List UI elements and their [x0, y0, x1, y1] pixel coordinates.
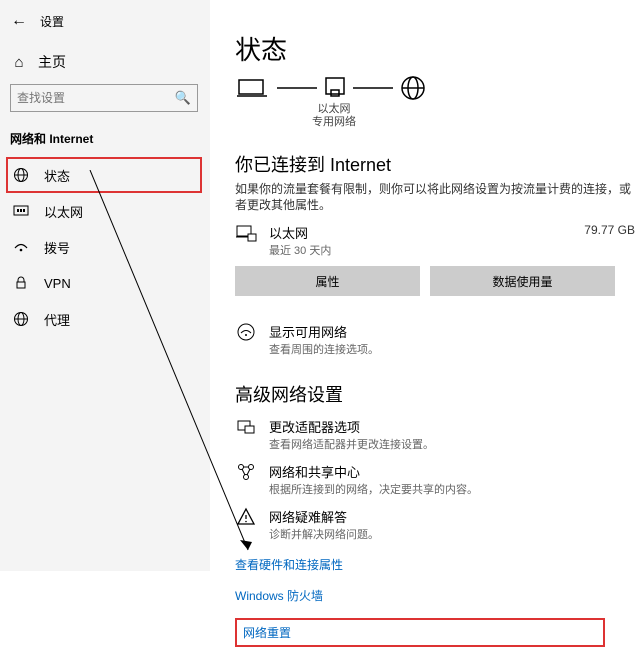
- page-title: 状态: [235, 30, 635, 67]
- ethernet-icon: [12, 203, 30, 219]
- nav-status-label: 状态: [44, 166, 70, 185]
- nav-status[interactable]: 状态: [6, 157, 202, 193]
- nav-vpn[interactable]: VPN: [10, 265, 200, 301]
- connected-title: 你已连接到 Internet: [235, 151, 635, 177]
- nav: 状态 以太网 拨号 VPN 代理: [10, 157, 200, 337]
- proxy-icon: [12, 311, 30, 327]
- data-usage-button[interactable]: 数据使用量: [430, 266, 615, 296]
- link-hardware[interactable]: 查看硬件和连接属性: [235, 556, 635, 573]
- nav-proxy[interactable]: 代理: [10, 301, 200, 337]
- link-firewall[interactable]: Windows 防火墙: [235, 587, 635, 604]
- globe-large-icon: [397, 73, 429, 103]
- ethernet-port-icon: [321, 74, 349, 102]
- nav-ethernet-label: 以太网: [44, 202, 83, 221]
- search-input[interactable]: [17, 91, 175, 105]
- adapter-icon: [235, 417, 257, 437]
- sharing-icon: [235, 462, 257, 482]
- nav-vpn-label: VPN: [44, 276, 71, 291]
- sharing-sub: 根据所连接到的网络，决定要共享的内容。: [269, 481, 478, 497]
- connection-sub: 最近 30 天内: [269, 242, 572, 258]
- main: 状态 以太网 专用网络 你已连接到 Internet 如果你的流量套餐有限制，则…: [235, 0, 635, 647]
- dialup-icon: [12, 239, 30, 255]
- line-icon: [277, 83, 317, 93]
- home-icon: ⌂: [10, 54, 28, 71]
- sidebar: ← 设置 ⌂ 主页 🔍 网络和 Internet 状态 以太网 拨号: [0, 0, 210, 571]
- search-icon: 🔍: [175, 90, 191, 106]
- nav-dialup-label: 拨号: [44, 238, 70, 257]
- adapter-title[interactable]: 更改适配器选项: [269, 417, 434, 436]
- nav-dialup[interactable]: 拨号: [10, 229, 200, 265]
- connection-name: 以太网: [269, 223, 572, 242]
- connection-usage: 79.77 GB: [584, 223, 635, 237]
- line-icon: [353, 83, 393, 93]
- diagram-label-1: 以太网: [311, 103, 357, 116]
- pc-icon: [235, 74, 273, 102]
- troubleshoot-sub: 诊断并解决网络问题。: [269, 526, 379, 542]
- connection-row: 以太网 最近 30 天内 79.77 GB: [235, 223, 635, 258]
- search-box[interactable]: 🔍: [10, 84, 198, 112]
- advanced-title: 高级网络设置: [235, 381, 635, 407]
- nav-proxy-label: 代理: [44, 310, 70, 329]
- network-diagram: [235, 73, 635, 103]
- nav-ethernet[interactable]: 以太网: [10, 193, 200, 229]
- diagram-label-2: 专用网络: [311, 116, 357, 129]
- shownet-title[interactable]: 显示可用网络: [269, 322, 379, 341]
- vpn-icon: [12, 275, 30, 291]
- troubleshoot-title[interactable]: 网络疑难解答: [269, 507, 379, 526]
- ethernet-small-icon: [235, 223, 257, 245]
- back-icon[interactable]: ←: [10, 12, 28, 30]
- globe-icon: [12, 167, 30, 183]
- link-network-reset[interactable]: 网络重置: [235, 618, 605, 647]
- shownet-sub: 查看周围的连接选项。: [269, 341, 379, 357]
- properties-button[interactable]: 属性: [235, 266, 420, 296]
- troubleshoot-icon: [235, 507, 257, 527]
- wifi-icon: [235, 322, 257, 342]
- home-label: 主页: [38, 52, 66, 72]
- adapter-sub: 查看网络适配器并更改连接设置。: [269, 436, 434, 452]
- window-title: 设置: [40, 13, 64, 30]
- connected-desc: 如果你的流量套餐有限制，则你可以将此网络设置为按流量计费的连接，或者更改其他属性…: [235, 181, 635, 213]
- home-link[interactable]: ⌂ 主页: [10, 50, 200, 74]
- section-title: 网络和 Internet: [10, 130, 200, 147]
- sharing-title[interactable]: 网络和共享中心: [269, 462, 478, 481]
